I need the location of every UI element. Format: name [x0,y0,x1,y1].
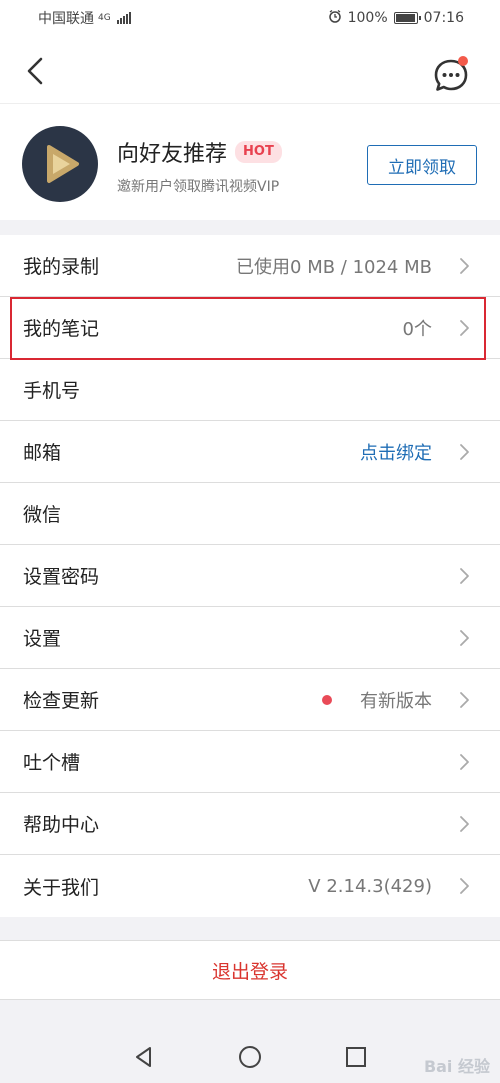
nav-back-button[interactable] [126,1039,162,1075]
menu-row-label: 吐个槽 [23,752,81,774]
chevron-right-icon [460,692,469,708]
chevron-left-icon [27,57,43,85]
menu-row[interactable]: 检查更新 有新版本 [0,669,500,731]
alarm-icon [328,9,342,27]
menu-row[interactable]: 设置 [0,607,500,669]
menu-row-label: 设置密码 [23,566,100,588]
signal-icon [116,12,131,24]
back-button[interactable] [20,56,50,86]
menu-row-label: 手机号 [23,380,81,402]
carrier-name: 中国联通 [38,11,94,27]
menu-row[interactable]: 邮箱 点击绑定 [0,421,500,483]
menu-row-value: V 2.14.3(429) [308,875,432,897]
square-recents-icon [346,1046,366,1067]
promo-title: 向好友推荐 [117,142,228,167]
watermark: Bai 经验 [423,1057,490,1076]
circle-home-icon [239,1045,261,1068]
menu-row-value: 已使用0 MB / 1024 MB [236,256,432,278]
chevron-right-icon [460,754,469,770]
menu-row[interactable]: 我的笔记 0个 [0,297,500,360]
menu-row-label: 邮箱 [23,442,62,464]
carrier-info: 中国联通 4G [38,8,131,28]
menu-row[interactable]: 关于我们 V 2.14.3(429) [0,855,500,917]
hot-badge: HOT [235,141,282,163]
promo-subtitle: 邀新用户领取腾讯视频VIP [117,179,280,195]
network-type: 4G [98,13,111,23]
menu-row-label: 设置 [23,628,62,650]
menu-list: 我的录制 已使用0 MB / 1024 MB 我的笔记 0个手机号邮箱 点击绑定微信设置… [0,235,500,917]
play-logo-icon [47,145,79,183]
menu-row-value: 有新版本 [360,690,432,712]
menu-row-label: 我的录制 [23,256,100,278]
update-dot [322,695,332,705]
chevron-right-icon [460,816,469,832]
menu-row-value[interactable]: 点击绑定 [360,439,432,465]
app-logo [22,126,98,202]
nav-home-button[interactable] [232,1039,268,1075]
notification-dot [458,56,468,66]
menu-row[interactable]: 我的录制 已使用0 MB / 1024 MB [0,235,500,297]
chevron-right-icon [460,878,469,894]
triangle-back-icon [136,1046,151,1067]
claim-button[interactable]: 立即领取 [367,145,477,185]
menu-row[interactable]: 设置密码 [0,545,500,607]
menu-row-label: 我的笔记 [23,318,100,340]
menu-row-label: 检查更新 [23,690,100,712]
menu-row-label: 微信 [23,504,62,526]
nav-recents-button[interactable] [338,1039,374,1075]
chevron-right-icon [460,320,469,336]
chevron-right-icon [460,568,469,584]
message-button[interactable] [432,56,470,94]
logout-button[interactable]: 退出登录 [0,940,500,1000]
promo-title-row: 向好友推荐 HOT [117,136,282,168]
menu-row-label: 帮助中心 [23,814,100,836]
promo-card: 向好友推荐 HOT 邀新用户领取腾讯视频VIP 立即领取 [0,104,500,220]
menu-row-value: 0个 [402,318,432,340]
battery-percent: 100% [347,10,388,26]
menu-row[interactable]: 手机号 [0,359,500,421]
menu-row[interactable]: 吐个槽 [0,731,500,793]
clock: 07:16 [423,10,464,26]
chevron-right-icon [460,258,469,274]
status-bar: 中国联通 4G 100% 07:16 [0,0,500,36]
menu-row-label: 关于我们 [23,876,100,899]
menu-row[interactable]: 帮助中心 [0,793,500,855]
chevron-right-icon [460,630,469,646]
menu-row[interactable]: 微信 [0,483,500,545]
chevron-right-icon [460,444,469,460]
battery-icon [393,12,421,24]
nav-bar [0,36,500,104]
